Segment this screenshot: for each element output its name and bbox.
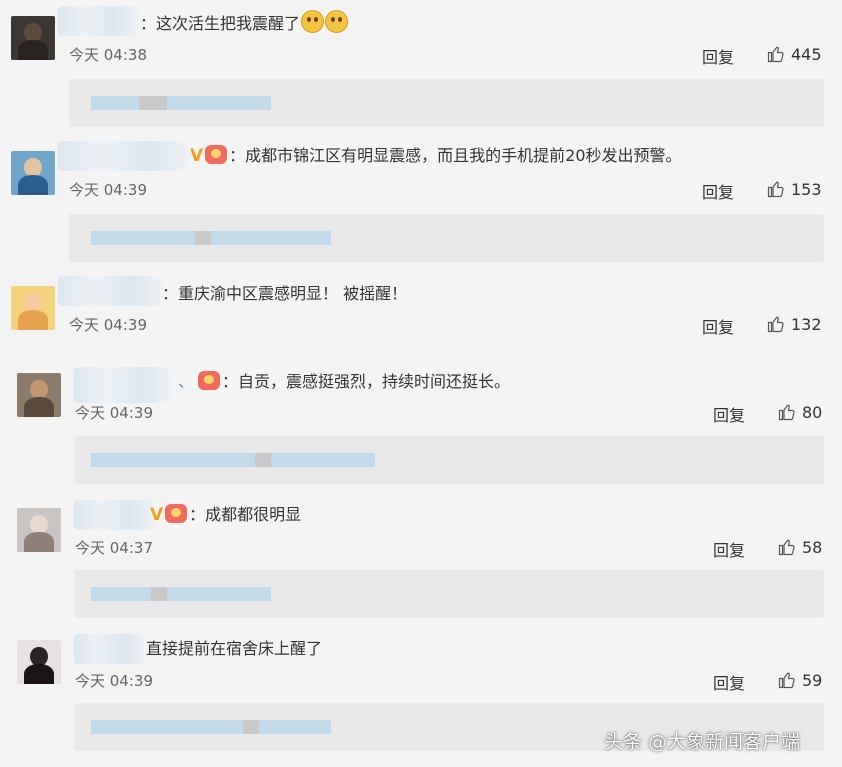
thumbs-up-icon bbox=[767, 181, 784, 198]
blurred-reply-text bbox=[91, 453, 255, 467]
blurred-reply-text bbox=[167, 96, 271, 110]
comment-time: 今天 04:38 bbox=[69, 46, 147, 64]
avatar[interactable] bbox=[17, 640, 61, 684]
avatar[interactable] bbox=[11, 151, 55, 195]
comment-text-row: ：这次活生把我震醒了 bbox=[140, 10, 349, 35]
thumbs-up-icon bbox=[767, 316, 784, 333]
avatar-body bbox=[17, 40, 49, 60]
comment-text: ：这次活生把我震醒了 bbox=[140, 14, 301, 33]
like-count: 80 bbox=[802, 402, 823, 422]
username-blurred[interactable] bbox=[74, 500, 154, 530]
comment-time: 今天 04:39 bbox=[69, 181, 147, 199]
comment-text: ：自贡，震感挺强烈，持续时间还挺长。 bbox=[222, 372, 511, 391]
comment-text-row: V ：成都市锦江区有明显震感，而且我的手机提前20秒发出预警。 bbox=[190, 145, 682, 167]
like-count: 59 bbox=[802, 670, 823, 690]
comment-text: 直接提前在宿舍床上醒了 bbox=[146, 639, 323, 658]
like-count: 445 bbox=[791, 44, 822, 64]
blurred-reply-text bbox=[91, 96, 139, 110]
watermark: 头条 @大象新闻客户端 bbox=[604, 731, 801, 753]
username-blurred[interactable] bbox=[74, 367, 170, 403]
username-blurred[interactable] bbox=[58, 276, 162, 306]
comment-time: 今天 04:39 bbox=[69, 316, 147, 334]
blurred-reply-text bbox=[151, 587, 167, 601]
username-blurred[interactable] bbox=[74, 634, 144, 664]
comment-text-row: 直接提前在宿舍床上醒了 bbox=[146, 638, 322, 660]
comment-prefix: 、 bbox=[178, 372, 195, 391]
like-button[interactable]: 132 bbox=[767, 313, 822, 335]
avatar-body bbox=[17, 175, 49, 195]
sub-reply-box[interactable] bbox=[75, 436, 824, 484]
reply-button[interactable]: 回复 bbox=[713, 670, 745, 694]
blurred-reply-text bbox=[139, 96, 167, 110]
comment-time: 今天 04:39 bbox=[75, 672, 153, 690]
reply-button[interactable]: 回复 bbox=[713, 402, 745, 426]
v-badge-icon: V bbox=[150, 505, 164, 525]
v-badge-icon: V bbox=[190, 146, 204, 166]
blurred-reply-text bbox=[91, 231, 195, 245]
like-count: 58 bbox=[802, 537, 823, 557]
like-button[interactable]: 58 bbox=[778, 536, 822, 558]
sub-reply-box[interactable] bbox=[69, 79, 824, 127]
crying-face-emoji-icon bbox=[301, 10, 325, 33]
blurred-reply-text bbox=[259, 720, 331, 734]
avatar-body bbox=[23, 397, 55, 417]
reply-button[interactable]: 回复 bbox=[702, 314, 734, 338]
blurred-reply-text bbox=[91, 587, 151, 601]
reply-button[interactable]: 回复 bbox=[702, 44, 734, 68]
blurred-reply-text bbox=[211, 231, 331, 245]
thumbs-up-icon bbox=[767, 46, 784, 63]
username-blurred[interactable] bbox=[58, 141, 188, 171]
avatar[interactable] bbox=[11, 286, 55, 330]
comment-text: ：成都市锦江区有明显震感，而且我的手机提前20秒发出预警。 bbox=[229, 146, 682, 165]
thumbs-up-icon bbox=[778, 672, 795, 689]
avatar-body bbox=[23, 664, 55, 684]
avatar-body bbox=[17, 310, 49, 330]
comment-text-row: V ：成都都很明显 bbox=[150, 504, 301, 526]
sub-reply-box[interactable] bbox=[69, 214, 824, 262]
comment-time: 今天 04:39 bbox=[75, 404, 153, 422]
comment-text: ：重庆渝中区震感明显！ 被摇醒！ bbox=[162, 284, 408, 303]
comment-time: 今天 04:37 bbox=[75, 539, 153, 557]
avatar-body bbox=[23, 532, 55, 552]
avatar[interactable] bbox=[17, 508, 61, 552]
comment-text-row: ：重庆渝中区震感明显！ 被摇醒！ bbox=[162, 283, 407, 305]
blurred-reply-text bbox=[271, 453, 375, 467]
comment-text: ：成都都很明显 bbox=[189, 505, 302, 524]
blurred-reply-text bbox=[195, 231, 211, 245]
blurred-reply-text bbox=[255, 453, 271, 467]
crying-face-emoji-icon bbox=[325, 10, 349, 33]
like-button[interactable]: 153 bbox=[767, 178, 822, 200]
like-button[interactable]: 445 bbox=[767, 43, 822, 65]
blurred-reply-text bbox=[167, 587, 271, 601]
username-blurred[interactable] bbox=[58, 6, 138, 36]
blurred-reply-text bbox=[243, 720, 259, 734]
thumbs-up-icon bbox=[778, 539, 795, 556]
sub-reply-box[interactable] bbox=[75, 570, 824, 618]
like-button[interactable]: 80 bbox=[778, 401, 822, 423]
reply-button[interactable]: 回复 bbox=[702, 179, 734, 203]
like-count: 153 bbox=[791, 179, 822, 199]
reply-button[interactable]: 回复 bbox=[713, 537, 745, 561]
blurred-reply-text bbox=[91, 720, 243, 734]
avatar[interactable] bbox=[17, 373, 61, 417]
fan-badge-icon bbox=[165, 504, 188, 523]
thumbs-up-icon bbox=[778, 404, 795, 421]
avatar[interactable] bbox=[11, 16, 55, 60]
fan-badge-icon bbox=[205, 145, 228, 164]
comment-text-row: 、 ：自贡，震感挺强烈，持续时间还挺长。 bbox=[178, 371, 510, 393]
like-count: 132 bbox=[791, 314, 822, 334]
fan-badge-icon bbox=[198, 371, 221, 390]
like-button[interactable]: 59 bbox=[778, 669, 822, 691]
